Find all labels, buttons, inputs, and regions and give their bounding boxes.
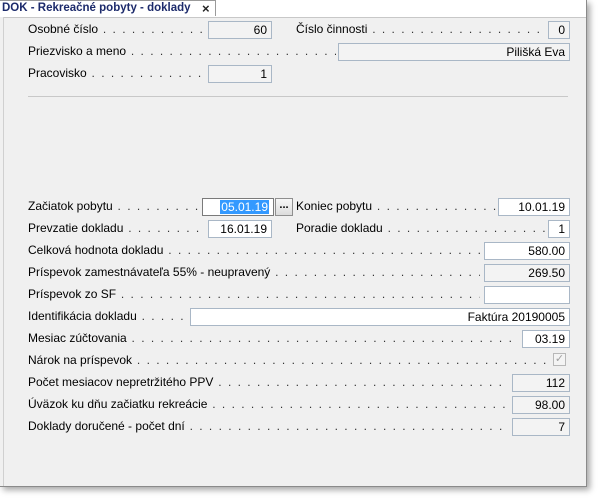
check-icon: ✓ [554, 353, 565, 365]
identifikacia-dokladu-input[interactable]: Faktúra 20190005 [190, 308, 570, 326]
label-osobne-cislo: Osobné číslo . . . . . . . . . . . . . .… [28, 22, 206, 36]
label-cislo-cinnosti: Číslo činnosti . . . . . . . . . . . . .… [296, 22, 546, 36]
label-pocet-mesiacov: Počet mesiacov nepretržitého PPV . . . .… [28, 375, 508, 389]
tab-rekreacne-pobyty[interactable]: DOK - Rekreačné pobyty - doklady × [0, 0, 216, 16]
left-border [0, 17, 4, 486]
label-identifikacia-dokladu: Identifikácia dokladu . . . . . . . . [28, 309, 188, 323]
date-picker-button[interactable]: ... [275, 198, 293, 216]
cislo-cinnosti-field[interactable]: 0 [548, 21, 570, 39]
document-window: DOK - Rekreačné pobyty - doklady × Osobn… [0, 0, 587, 487]
prispevok-zamestnavatela-field[interactable]: 269.50 [484, 264, 570, 282]
label-zaciatok-pobytu: Začiatok pobytu . . . . . . . . . . . . … [28, 199, 200, 213]
label-prevzatie-dokladu: Prevzatie dokladu . . . . . . . . . . . … [28, 221, 206, 235]
koniec-pobytu-input[interactable]: 10.01.19 [498, 198, 570, 216]
label-doklady-dorucene: Doklady doručené - počet dní . . . . . .… [28, 419, 508, 433]
pocet-mesiacov-field[interactable]: 112 [512, 374, 570, 392]
zaciatok-pobytu-value: 05.01.19 [220, 200, 269, 214]
uvazok-field[interactable]: 98.00 [512, 396, 570, 414]
zaciatok-pobytu-input[interactable]: 05.01.19 [202, 198, 274, 216]
label-uvazok: Úväzok ku dňu začiatku rekreácie . . . .… [28, 397, 508, 411]
pracovisko-field[interactable]: 1 [208, 65, 272, 83]
priezvisko-field[interactable]: Pilišká Eva [338, 43, 570, 61]
poradie-dokladu-input[interactable]: 1 [548, 220, 570, 238]
label-koniec-pobytu: Koniec pobytu . . . . . . . . . . . . . … [296, 199, 496, 213]
label-prispevok-sf: Príspevok zo SF . . . . . . . . . . . . … [28, 287, 480, 301]
label-poradie-dokladu: Poradie dokladu . . . . . . . . . . . . … [296, 221, 546, 235]
narok-checkbox[interactable]: ✓ [553, 353, 566, 366]
close-icon[interactable]: × [202, 1, 210, 16]
label-prispevok-zamestnavatela: Príspevok zamestnávateľa 55% - neupraven… [28, 265, 480, 279]
prispevok-sf-input[interactable] [484, 286, 570, 304]
label-priezvisko: Priezvisko a meno . . . . . . . . . . . … [28, 44, 336, 58]
label-narok-na-prispevok: Nárok na príspevok . . . . . . . . . . .… [28, 353, 548, 367]
label-celkova-hodnota: Celková hodnota dokladu . . . . . . . . … [28, 243, 480, 257]
prevzatie-dokladu-input[interactable]: 16.01.19 [208, 220, 272, 238]
mesiac-zuctovania-input[interactable]: 03.19 [522, 330, 570, 348]
label-mesiac-zuctovania: Mesiac zúčtovania . . . . . . . . . . . … [28, 331, 518, 345]
tab-title: DOK - Rekreačné pobyty - doklady [2, 2, 191, 14]
tab-strip: DOK - Rekreačné pobyty - doklady × [0, 0, 586, 18]
osobne-cislo-field[interactable]: 60 [208, 21, 272, 39]
section-divider [28, 96, 568, 97]
doklady-dorucene-field[interactable]: 7 [512, 418, 570, 436]
celkova-hodnota-input[interactable]: 580.00 [484, 242, 570, 260]
label-pracovisko: Pracovisko . . . . . . . . . . . . . . .… [28, 66, 206, 80]
